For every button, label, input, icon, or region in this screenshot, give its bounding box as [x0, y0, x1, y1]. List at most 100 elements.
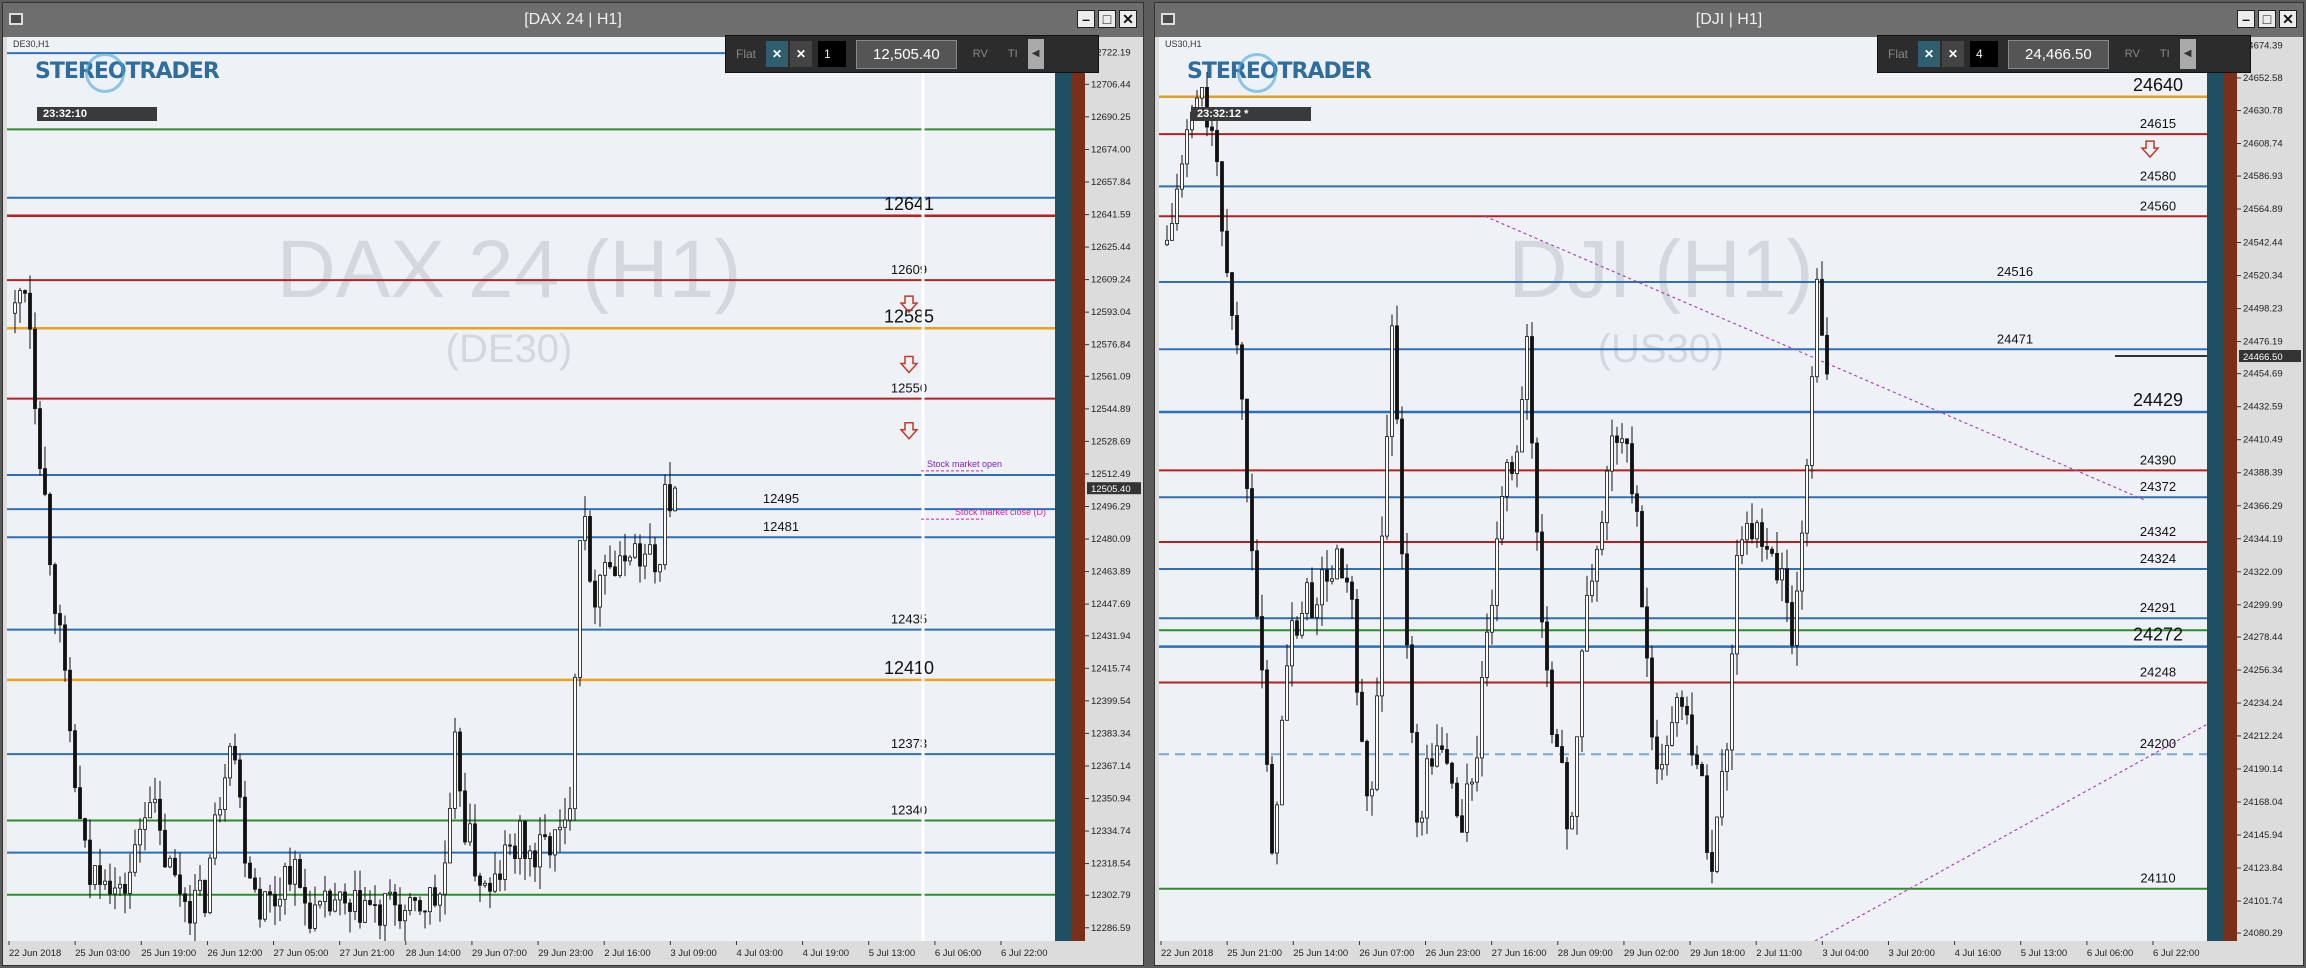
flat-button[interactable]: Flat [1878, 47, 1918, 61]
candle-body [1375, 695, 1379, 790]
y-tick-label: 24476.19 [2243, 337, 2283, 348]
candle-body [1365, 741, 1369, 797]
close-all-icon[interactable]: ✕ [1918, 41, 1941, 67]
candle-body [1815, 278, 1819, 378]
close-all-icon[interactable]: ✕ [766, 41, 789, 67]
minimize-button[interactable]: – [2237, 10, 2255, 28]
candle-body [1670, 722, 1674, 746]
maximize-button[interactable]: □ [1098, 10, 1116, 28]
window-titlebar[interactable]: [DJI | H1] – □ ✕ [1155, 3, 2303, 37]
candle-body [548, 836, 552, 856]
candle-body [123, 883, 127, 894]
candle-body [1355, 598, 1359, 693]
candle-body [1295, 620, 1299, 636]
candle-body [1540, 531, 1544, 623]
candle-body [1735, 555, 1739, 655]
dax-price-chart[interactable]: DAX 24 (H1)(DE30)12641126091258512550124… [3, 37, 1143, 965]
candle-body [1335, 548, 1339, 580]
candle-body [448, 808, 452, 864]
toolbar-collapse-icon[interactable]: ◀ [1027, 39, 1044, 69]
flat-button[interactable]: Flat [726, 47, 766, 61]
window-titlebar[interactable]: [DAX 24 | H1] – □ ✕ [3, 3, 1143, 37]
candle-body [1820, 278, 1824, 336]
candle-body [1720, 771, 1724, 818]
ti-button[interactable]: TI [998, 48, 1028, 60]
y-tick-label: 12350.94 [1091, 793, 1131, 804]
y-tick-label: 12496.29 [1091, 501, 1131, 512]
x-tick-label: 27 Jun 05:00 [274, 948, 329, 959]
candle-body [538, 834, 542, 868]
candle-body [1495, 538, 1499, 606]
candle [1410, 635, 1414, 744]
candle-body [168, 857, 172, 868]
candle-body [533, 850, 537, 868]
candle [1810, 366, 1814, 479]
y-tick-label: 24145.94 [2243, 830, 2283, 841]
candle-body [528, 850, 532, 859]
candle-body [1490, 604, 1494, 633]
level-label: 24429 [2133, 390, 2183, 410]
cancel-orders-icon[interactable]: ✕ [1942, 41, 1965, 67]
trade-toolbar: Flat ✕ ✕ 1 12,505.40 RV TI ◀ [725, 35, 1099, 73]
candle-body [1760, 522, 1764, 547]
maximize-button[interactable]: □ [2258, 10, 2276, 28]
candle [203, 879, 207, 917]
dji-price-chart[interactable]: DJI (H1)(US30)24640246152458024560245162… [1155, 37, 2303, 965]
candle-body [588, 516, 592, 582]
close-button[interactable]: ✕ [2279, 10, 2297, 28]
candle-body [128, 871, 132, 894]
candle-body [608, 562, 612, 568]
toolbar-collapse-icon[interactable]: ◀ [2179, 39, 2196, 69]
candle-body [1765, 546, 1769, 550]
quantity-field[interactable]: 4 [1970, 41, 1999, 67]
candle-body [1535, 442, 1539, 533]
y-tick-label: 24652.58 [2243, 73, 2283, 84]
candle-body [408, 897, 412, 911]
y-tick-label: 24410.49 [2243, 435, 2283, 446]
rv-button[interactable]: RV [2115, 48, 2150, 60]
profile-strip [2223, 37, 2237, 941]
volume-strip [2207, 37, 2223, 941]
candle-body [63, 624, 67, 671]
candle-body [1410, 644, 1414, 733]
x-tick-label: 4 Jul 16:00 [1955, 948, 2001, 959]
candle-body [108, 880, 112, 895]
candle-body [183, 893, 187, 902]
candle-body [1625, 438, 1629, 445]
candle-body [178, 874, 182, 895]
candle-body [513, 845, 517, 859]
candle [1245, 398, 1249, 503]
candle-body [553, 829, 557, 856]
candle-body [1600, 522, 1604, 550]
y-tick-label: 24564.89 [2243, 204, 2283, 215]
candle-body [138, 828, 142, 846]
candle-body [1620, 438, 1624, 443]
candle-body [1755, 522, 1759, 540]
ti-button[interactable]: TI [2150, 48, 2180, 60]
x-tick-label: 25 Jun 14:00 [1293, 948, 1348, 959]
candle-body [223, 777, 227, 810]
candle-body [1330, 578, 1334, 582]
rv-button[interactable]: RV [963, 48, 998, 60]
server-clock: 23:32:10 [37, 107, 157, 121]
x-tick-label: 27 Jun 21:00 [340, 948, 395, 959]
level-label: 24580 [2140, 168, 2176, 183]
close-button[interactable]: ✕ [1119, 10, 1137, 28]
y-tick-label: 24212.24 [2243, 731, 2283, 742]
y-tick-label: 12657.84 [1091, 177, 1131, 188]
candle-body [78, 787, 82, 820]
candle-body [1695, 754, 1699, 765]
level-label: 24248 [2140, 665, 2176, 680]
y-tick-label: 24344.19 [2243, 534, 2283, 545]
candle-body [1585, 595, 1589, 652]
candle [1380, 516, 1384, 712]
minimize-button[interactable]: – [1077, 10, 1095, 28]
cancel-orders-icon[interactable]: ✕ [790, 41, 813, 67]
candle-body [1645, 606, 1649, 659]
level-label: 24516 [1997, 264, 2033, 279]
stereotrader-logo: STEREOTRADER [35, 53, 220, 93]
x-tick-label: 22 Jun 2018 [9, 948, 61, 959]
candle [1805, 458, 1809, 547]
quantity-field[interactable]: 1 [818, 41, 847, 67]
price-display: 12,505.40 [856, 39, 957, 69]
